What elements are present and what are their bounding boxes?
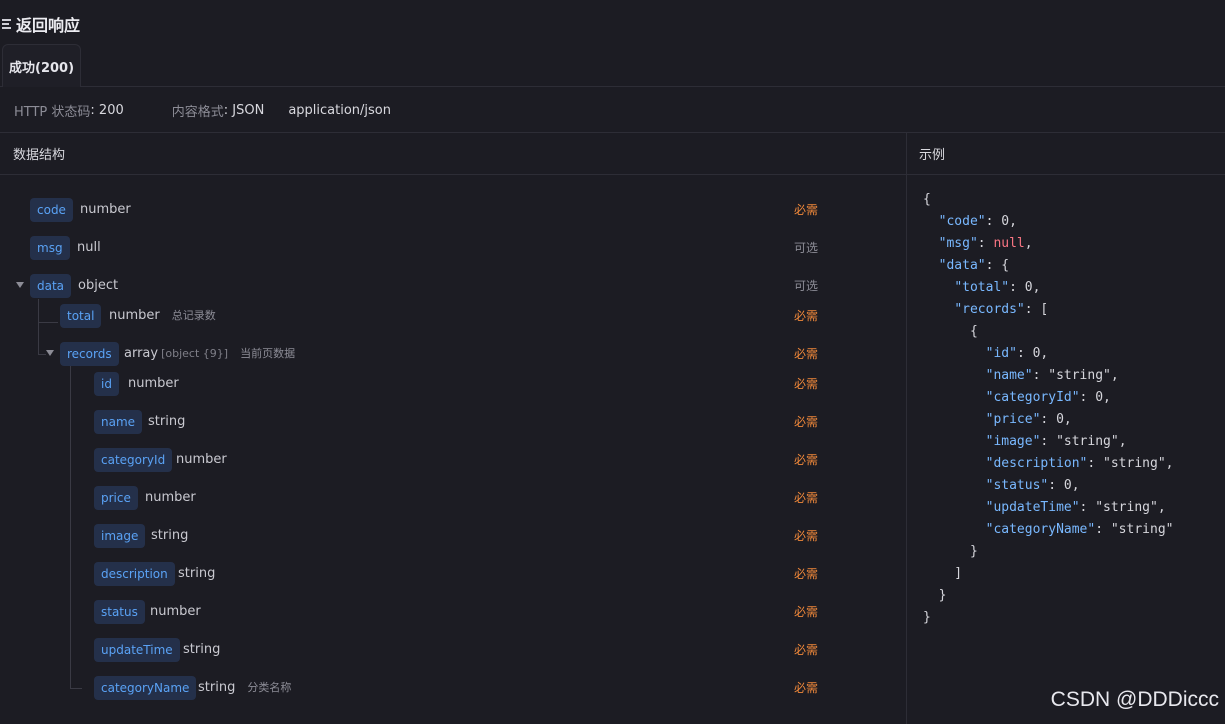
tab-success-200[interactable]: 成功(200): [2, 44, 82, 87]
field-row-image: image string 必需: [0, 524, 906, 548]
watermark: CSDN @DDDiccc: [1050, 688, 1219, 711]
field-name-tag: records: [60, 342, 119, 366]
example-json-line: "categoryName": "string": [985, 522, 1174, 537]
example-json-line: "data": {: [938, 258, 1010, 273]
required-badge: 必需: [794, 681, 819, 695]
status-code-label: HTTP 状态码: [14, 104, 91, 120]
field-row-data[interactable]: data object 可选: [0, 274, 906, 298]
expand-caret-icon[interactable]: [46, 350, 54, 356]
field-row-records[interactable]: records array [object {9}] 当前页数据 必需: [0, 342, 906, 366]
optional-badge: 可选: [794, 279, 819, 293]
field-row-updatetime: updateTime string 必需: [0, 638, 906, 662]
example-json-line: "image": "string",: [985, 434, 1127, 449]
field-row-total: total number 总记录数 必需: [0, 304, 906, 328]
example-json-line: }: [923, 610, 931, 625]
mime-type: application/json: [288, 102, 391, 118]
field-type: object: [78, 278, 119, 293]
required-badge: 必需: [794, 347, 819, 361]
field-type: string 分类名称: [198, 680, 292, 695]
field-row-description: description string 必需: [0, 562, 906, 586]
field-type: number: [80, 202, 131, 217]
field-row-categoryid: categoryId number 必需: [0, 448, 906, 472]
required-badge: 必需: [794, 567, 819, 581]
content-format-label: 内容格式: [171, 104, 224, 120]
example-json-line: ]: [923, 566, 963, 581]
field-type: number: [145, 490, 196, 505]
field-description: 总记录数: [171, 309, 216, 322]
field-type: number: [150, 604, 201, 619]
field-name-tag: categoryId: [94, 448, 173, 472]
field-type: number: [128, 376, 179, 391]
example-json-line: "status": 0,: [985, 478, 1080, 493]
required-badge: 必需: [794, 605, 819, 619]
example-json: { "code": 0, "msg": null, "data": { "tot…: [923, 189, 1173, 629]
example-json-line: "code": 0,: [938, 214, 1017, 229]
field-type: null: [77, 240, 101, 255]
example-json-line: "updateTime": "string",: [985, 500, 1166, 515]
field-row-msg: msg null 可选: [0, 236, 906, 260]
field-name-tag: price: [94, 486, 138, 510]
field-type: string: [178, 566, 216, 581]
required-badge: 必需: [794, 203, 819, 217]
field-description: 当前页数据: [240, 347, 296, 360]
field-name-tag: total: [60, 304, 102, 328]
response-tabs: 成功(200): [0, 44, 1225, 87]
required-badge: 必需: [794, 453, 819, 467]
field-row-categoryname: categoryName string 分类名称 必需: [0, 676, 906, 700]
example-json-line: {: [923, 192, 931, 207]
field-description: 分类名称: [247, 681, 292, 694]
example-json-line: "name": "string",: [985, 368, 1119, 383]
example-json-line: "categoryId": 0,: [985, 390, 1111, 405]
example-json-line: "id": 0,: [985, 346, 1049, 361]
example-json-line: {: [923, 324, 978, 339]
field-type: string: [148, 414, 186, 429]
example-panel-title: 示例: [907, 133, 1225, 175]
example-json-line: }: [923, 588, 947, 603]
field-name-tag: categoryName: [94, 676, 197, 700]
required-badge: 必需: [794, 491, 819, 505]
field-row-name: name string 必需: [0, 410, 906, 434]
field-name-tag: name: [94, 410, 143, 434]
field-type: number: [176, 452, 227, 467]
field-type: number 总记录数: [109, 308, 216, 323]
required-badge: 必需: [794, 643, 819, 657]
field-name-tag: image: [94, 524, 146, 548]
field-type: string: [183, 642, 221, 657]
field-name-tag: msg: [30, 236, 70, 260]
example-json-line: }: [923, 544, 978, 559]
field-name-tag: id: [94, 372, 119, 396]
example-json-line: "records": [: [954, 302, 1049, 317]
field-subtype: [object {9}]: [161, 347, 229, 360]
field-name-tag: status: [94, 600, 145, 624]
field-name-tag: updateTime: [94, 638, 180, 662]
required-badge: 必需: [794, 377, 819, 391]
expand-caret-icon[interactable]: [16, 282, 24, 288]
field-row-price: price number 必需: [0, 486, 906, 510]
section-header[interactable]: 返回响应: [0, 10, 80, 38]
required-badge: 必需: [794, 529, 819, 543]
response-meta: HTTP 状态码: 200 内容格式: JSON application/jso…: [14, 102, 391, 120]
field-name-tag: code: [30, 198, 73, 222]
optional-badge: 可选: [794, 241, 819, 255]
example-json-line: "msg": null,: [938, 236, 1033, 251]
schema-panel-title: 数据结构: [0, 133, 906, 175]
field-row-code: code number 必需: [0, 198, 906, 222]
collapse-list-icon[interactable]: [2, 19, 12, 29]
field-type: array [object {9}] 当前页数据: [124, 346, 296, 361]
example-json-line: "total": 0,: [954, 280, 1041, 295]
status-code-value: 200: [98, 102, 124, 118]
field-name-tag: description: [94, 562, 175, 586]
field-name-tag: data: [30, 274, 72, 298]
required-badge: 必需: [794, 415, 819, 429]
section-title: 返回响应: [16, 16, 81, 35]
content-format-value: JSON: [232, 102, 265, 118]
example-json-line: "description": "string",: [985, 456, 1174, 471]
field-row-status: status number 必需: [0, 600, 906, 624]
example-json-line: "price": 0,: [985, 412, 1072, 427]
required-badge: 必需: [794, 309, 819, 323]
field-type: string: [151, 528, 189, 543]
field-row-id: id number 必需: [0, 372, 906, 396]
